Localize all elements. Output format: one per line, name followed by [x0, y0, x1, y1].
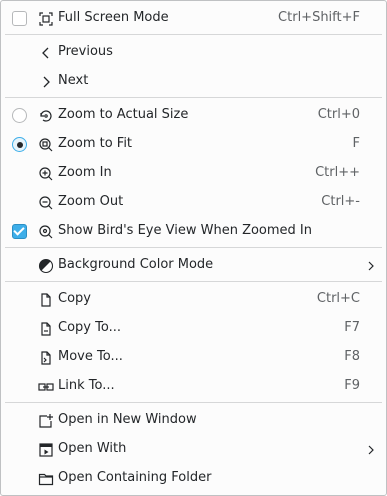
menu-item-label: Link To... — [58, 378, 115, 393]
menu-item-background-color[interactable]: Background Color Mode — [1, 251, 386, 280]
menu-item-full-screen[interactable]: Full Screen Mode Ctrl+Shift+F — [1, 4, 386, 33]
menu-item-zoom-in[interactable]: Zoom In Ctrl++ — [1, 159, 386, 188]
menu-item-shortcut: F8 — [344, 349, 360, 364]
menu-item-label: Zoom to Fit — [58, 136, 133, 151]
birds-eye-checkbox[interactable] — [12, 224, 27, 239]
menu-item-shortcut: Ctrl+- — [321, 194, 360, 209]
menu-separator — [5, 34, 382, 35]
menu-item-copy-to[interactable]: Copy To... F7 — [1, 314, 386, 343]
context-menu: Full Screen Mode Ctrl+Shift+F Previous N… — [0, 0, 387, 496]
menu-item-zoom-fit[interactable]: Zoom to Fit F — [1, 130, 386, 159]
new-window-icon — [38, 413, 54, 429]
copy-to-icon — [38, 321, 54, 337]
menu-item-open-new-window[interactable]: Open in New Window — [1, 406, 386, 435]
menu-item-shortcut: Ctrl+0 — [317, 107, 360, 122]
zoom-fit-radio[interactable] — [12, 137, 27, 152]
fullscreen-icon — [38, 11, 54, 27]
menu-item-label: Show Bird's Eye View When Zoomed In — [58, 223, 313, 238]
menu-item-shortcut: Ctrl+Shift+F — [278, 10, 360, 25]
menu-item-birds-eye[interactable]: Show Bird's Eye View When Zoomed In — [1, 217, 386, 246]
menu-item-move-to[interactable]: Move To... F8 — [1, 343, 386, 372]
chevron-left-icon — [38, 45, 54, 61]
link-icon — [38, 379, 54, 395]
zoom-actual-radio[interactable] — [12, 108, 27, 123]
menu-item-zoom-out[interactable]: Zoom Out Ctrl+- — [1, 188, 386, 217]
menu-item-label: Full Screen Mode — [58, 10, 169, 25]
zoom-out-icon — [38, 195, 54, 211]
full-screen-checkbox[interactable] — [12, 11, 27, 26]
menu-item-label: Open With — [58, 441, 127, 456]
menu-item-link-to[interactable]: Link To... F9 — [1, 372, 386, 401]
menu-item-zoom-actual[interactable]: Zoom to Actual Size Ctrl+0 — [1, 101, 386, 130]
menu-separator — [5, 281, 382, 282]
menu-item-previous[interactable]: Previous — [1, 38, 386, 67]
menu-item-label: Previous — [58, 44, 113, 59]
menu-item-shortcut: Ctrl+C — [316, 291, 360, 306]
menu-item-open-folder[interactable]: Open Containing Folder — [1, 464, 386, 493]
menu-item-copy[interactable]: Copy Ctrl+C — [1, 285, 386, 314]
submenu-arrow-icon — [366, 260, 376, 271]
menu-item-shortcut: F — [352, 136, 360, 151]
menu-separator — [5, 247, 382, 248]
chevron-right-icon — [38, 74, 54, 90]
menu-item-label: Move To... — [58, 349, 123, 364]
menu-item-label: Open Containing Folder — [58, 470, 212, 485]
folder-icon — [38, 471, 54, 487]
zoom-in-icon — [38, 166, 54, 182]
copy-icon — [38, 292, 54, 308]
menu-item-label: Background Color Mode — [58, 257, 214, 272]
menu-item-label: Zoom In — [58, 165, 112, 180]
menu-item-next[interactable]: Next — [1, 67, 386, 96]
color-mode-icon — [38, 258, 54, 274]
menu-separator — [5, 402, 382, 403]
menu-item-label: Next — [58, 73, 89, 88]
zoom-original-icon — [38, 108, 54, 124]
menu-item-label: Zoom Out — [58, 194, 124, 209]
zoom-fit-icon — [38, 137, 54, 153]
menu-separator — [5, 97, 382, 98]
menu-item-label: Copy — [58, 291, 91, 306]
menu-item-shortcut: F9 — [344, 378, 360, 393]
menu-item-label: Open in New Window — [58, 412, 197, 427]
menu-item-label: Copy To... — [58, 320, 121, 335]
move-to-icon — [38, 350, 54, 366]
zoom-icon — [38, 224, 54, 240]
open-with-icon — [38, 442, 54, 458]
menu-item-open-with[interactable]: Open With — [1, 435, 386, 464]
menu-item-shortcut: Ctrl++ — [315, 165, 360, 180]
submenu-arrow-icon — [366, 444, 376, 455]
menu-item-shortcut: F7 — [344, 320, 360, 335]
menu-item-label: Zoom to Actual Size — [58, 107, 189, 122]
